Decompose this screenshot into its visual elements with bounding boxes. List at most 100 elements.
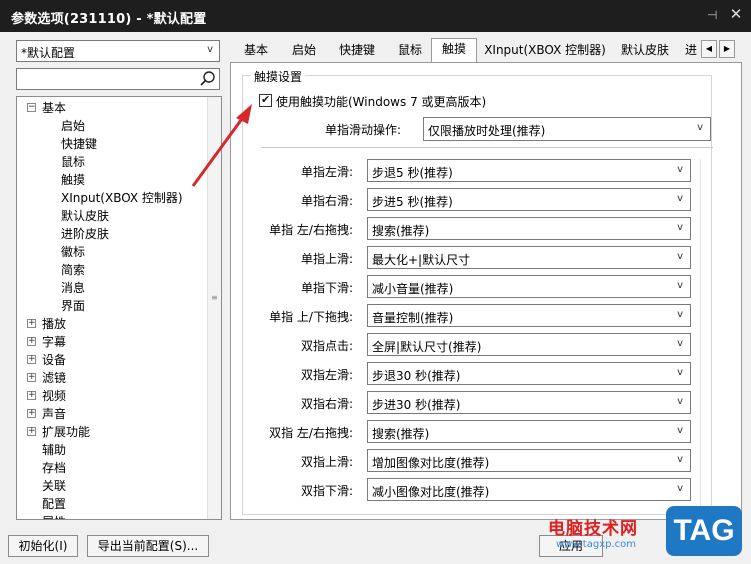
search-input[interactable] (16, 68, 220, 90)
chevron-down-icon: v (677, 454, 683, 465)
gesture-dropdown-value: 步退5 秒(推荐) (372, 166, 453, 180)
tab-item[interactable]: XInput(XBOX 控制器) (479, 40, 611, 62)
tab-item[interactable]: 进 (681, 40, 701, 62)
watermark-tag-logo: TAG (666, 506, 742, 556)
profile-dropdown-value: *默认配置 (21, 46, 76, 60)
gesture-dropdown[interactable]: 步进5 秒(推荐) v (367, 188, 691, 211)
expand-icon[interactable]: + (27, 319, 36, 328)
tree-item-label: 快捷键 (61, 137, 98, 151)
chevron-down-icon: v (677, 483, 683, 494)
gesture-dropdown[interactable]: 步退30 秒(推荐) v (367, 362, 691, 385)
chevron-down-icon: v (207, 44, 213, 55)
settings-tree[interactable]: ≡ − 基本 启始 快捷键 鼠标 触摸 XInput(XBOX 控制器) 默认皮肤 进阶皮肤 徽标… (16, 96, 222, 520)
tab-touch[interactable]: 触摸 (431, 38, 477, 63)
gesture-label: 单指右滑: (300, 194, 353, 208)
gesture-dropdown-value: 音量控制(推荐) (372, 311, 454, 325)
tree-item-label: 基本 (42, 101, 67, 115)
tree-item-label: 鼠标 (61, 155, 86, 169)
tab-item[interactable]: 鼠标 (387, 40, 433, 62)
gesture-label: 单指上滑: (300, 252, 353, 266)
chevron-down-icon: v (677, 338, 683, 349)
chevron-down-icon: v (677, 193, 683, 204)
tree-item-label: 视频 (42, 389, 67, 403)
watermark-url: www.tagxp.com (556, 539, 636, 550)
tree-item-label: 辅助 (42, 443, 67, 457)
tree-item-label: XInput(XBOX 控制器) (61, 191, 183, 205)
tab-item[interactable]: 基本 (233, 40, 279, 62)
close-icon[interactable]: ✕ (727, 5, 745, 25)
chevron-down-icon: v (677, 425, 683, 436)
gesture-label: 单指下滑: (300, 281, 353, 295)
gesture-dropdown-value: 减小音量(推荐) (372, 282, 454, 296)
tab-scroll-left-icon[interactable]: ◀ (701, 40, 717, 58)
scrollbar-grip-icon: ≡ (211, 293, 218, 302)
tree-item-label: 关联 (42, 479, 67, 493)
chevron-down-icon: v (677, 222, 683, 233)
expand-icon[interactable]: + (27, 391, 36, 400)
tree-item-label: 播放 (42, 317, 67, 331)
tree-item-label: 启始 (61, 119, 86, 133)
chevron-down-icon: v (677, 396, 683, 407)
gesture-dropdown[interactable]: 步退5 秒(推荐) v (367, 159, 691, 182)
gesture-label: 单指 左/右拖拽: (269, 223, 353, 237)
gesture-dropdown[interactable]: 减小音量(推荐) v (367, 275, 691, 298)
pin-icon[interactable]: ⊣ (707, 8, 717, 22)
init-button[interactable]: 初始化(I) (8, 535, 78, 557)
gesture-dropdown[interactable]: 音量控制(推荐) v (367, 304, 691, 327)
gesture-dropdown[interactable]: 最大化+|默认尺寸 v (367, 246, 691, 269)
tree-item-label: 消息 (61, 281, 86, 295)
tree-item-label: 进阶皮肤 (61, 227, 110, 241)
tab-bar: 进默认皮肤 XInput(XBOX 控制器) 触摸 鼠标 快捷键 启始 基本 ◀ ▶ (233, 38, 739, 63)
gesture-label: 单指 上/下拖拽: (269, 310, 353, 324)
gesture-dropdown-value: 步进5 秒(推荐) (372, 195, 453, 209)
gesture-dropdown[interactable]: 搜索(推荐) v (367, 420, 691, 443)
expand-icon[interactable]: + (27, 409, 36, 418)
tab-scroll-right-icon[interactable]: ▶ (719, 40, 735, 58)
export-config-button[interactable]: 导出当前配置(S)... (87, 535, 209, 557)
gesture-dropdown-value: 最大化+|默认尺寸 (372, 253, 471, 267)
settings-window: 参数选项(231110) - *默认配置 ⊣ ✕ *默认配置 v ≡ − 基本 启始… (0, 0, 751, 564)
chevron-down-icon: v (677, 280, 683, 291)
tab-item[interactable]: 快捷键 (329, 40, 385, 62)
tree-scrollbar[interactable]: ≡ (207, 97, 221, 519)
collapse-icon[interactable]: − (27, 103, 36, 112)
gesture-dropdown-value: 减小图像对比度(推荐) (372, 485, 490, 499)
title-bar[interactable]: 参数选项(231110) - *默认配置 ⊣ ✕ (0, 0, 751, 32)
gesture-dropdown[interactable]: 增加图像对比度(推荐) v (367, 449, 691, 472)
tree-item-label: 配置 (42, 497, 67, 511)
expand-icon[interactable]: + (27, 427, 36, 436)
gesture-list: ≡ 单指左滑: 步退5 秒(推荐) v 单指右滑: 步进5 秒(推荐) v 单指 左/右拖拽… (231, 63, 701, 520)
gesture-dropdown-value: 步退30 秒(推荐) (372, 369, 461, 383)
gesture-scrollbar[interactable]: ≡ (700, 159, 701, 519)
tab-item[interactable]: 启始 (281, 40, 327, 62)
expand-icon[interactable]: + (27, 337, 36, 346)
expand-icon[interactable]: + (27, 373, 36, 382)
search-icon[interactable] (197, 69, 219, 89)
chevron-down-icon: v (677, 309, 683, 320)
tree-item-label: 声音 (42, 407, 67, 421)
touch-settings-panel: 触摸设置 ✔ 使用触摸功能(Windows 7 或更高版本) 单指滑动操作: 仅… (230, 62, 742, 520)
tab-item[interactable]: 默认皮肤 (613, 40, 677, 62)
gesture-label: 双指 左/右拖拽: (269, 426, 353, 440)
gesture-dropdown[interactable]: 搜索(推荐) v (367, 217, 691, 240)
expand-icon[interactable]: + (27, 355, 36, 364)
gesture-dropdown[interactable]: 全屏|默认尺寸(推荐) v (367, 333, 691, 356)
tree-item-label: 徽标 (61, 245, 86, 259)
gesture-label: 双指上滑: (300, 455, 353, 469)
gesture-dropdown-value: 全屏|默认尺寸(推荐) (372, 340, 482, 354)
window-title: 参数选项(231110) - *默认配置 (11, 12, 207, 27)
tree-item-label: 字幕 (42, 335, 67, 349)
chevron-down-icon: v (677, 367, 683, 378)
tree-item-label: 设备 (42, 353, 67, 367)
tree-item-label: 默认皮肤 (61, 209, 110, 223)
gesture-dropdown-value: 搜索(推荐) (372, 224, 430, 238)
gesture-dropdown-value: 搜索(推荐) (372, 427, 430, 441)
gesture-dropdown-value: 增加图像对比度(推荐) (372, 456, 490, 470)
chevron-down-icon: v (677, 251, 683, 262)
gesture-dropdown[interactable]: 步进30 秒(推荐) v (367, 391, 691, 414)
tree-item-label: 简索 (61, 263, 86, 277)
tree-item-label: 滤镜 (42, 371, 67, 385)
profile-dropdown[interactable]: *默认配置 v (16, 40, 220, 62)
gesture-label: 双指左滑: (300, 368, 353, 382)
gesture-dropdown[interactable]: 减小图像对比度(推荐) v (367, 478, 691, 501)
